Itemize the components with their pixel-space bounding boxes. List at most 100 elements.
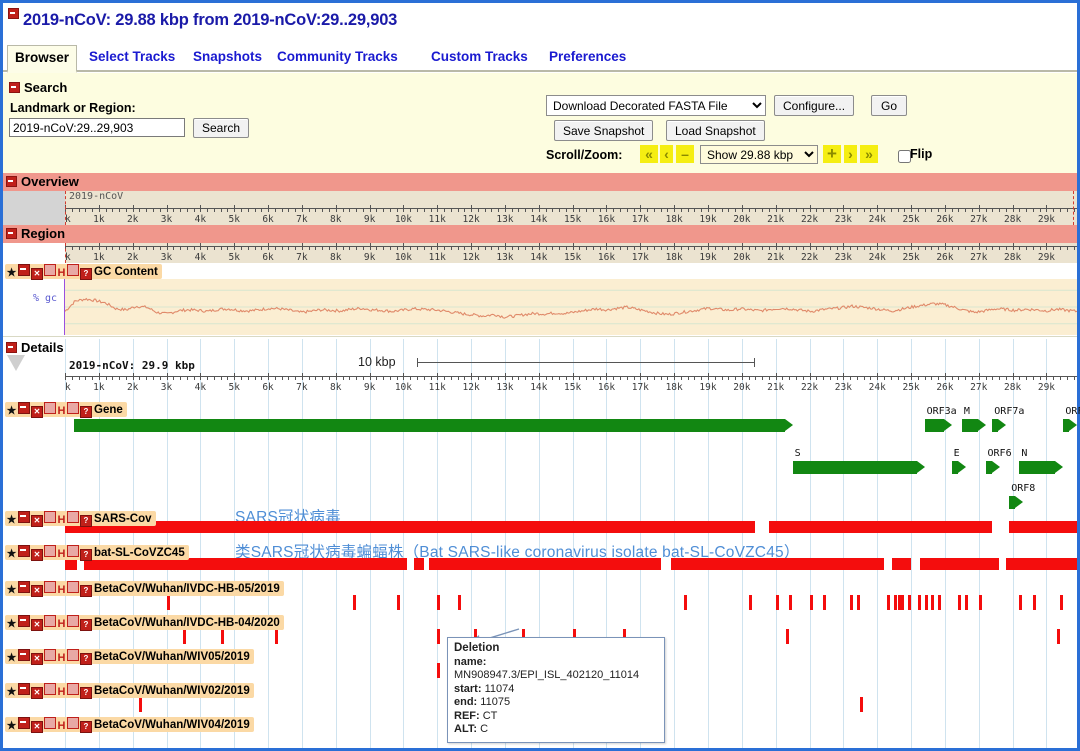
pencil-icon[interactable] xyxy=(67,402,79,414)
close-icon[interactable]: ✕ xyxy=(31,585,43,597)
help-icon[interactable]: ? xyxy=(80,721,92,733)
gene-feature[interactable] xyxy=(1009,496,1015,509)
zoom-level-select[interactable]: Show 29.88 kbp xyxy=(700,145,818,164)
variant-mark[interactable] xyxy=(167,595,170,610)
overview-header[interactable]: Overview xyxy=(3,174,79,192)
favorite-star-icon[interactable]: ★ xyxy=(6,585,17,595)
favorite-star-icon[interactable]: ★ xyxy=(6,268,17,278)
tab-community-tracks[interactable]: Community Tracks xyxy=(271,45,404,70)
variant-mark[interactable] xyxy=(275,629,278,644)
bat-sl-covzc45-segments[interactable] xyxy=(65,558,1077,572)
region-ruler[interactable]: 0k1k2k3k4k5k6k7k8k9k10k11k12k13k14k15k16… xyxy=(65,243,1077,263)
variant-mark[interactable] xyxy=(850,595,853,610)
variant-mark[interactable] xyxy=(925,595,928,610)
pencil-icon[interactable] xyxy=(67,615,79,627)
variant-mark[interactable] xyxy=(353,595,356,610)
help-icon[interactable]: ? xyxy=(80,406,92,418)
minus-icon[interactable] xyxy=(18,545,30,557)
close-icon[interactable]: ✕ xyxy=(31,406,43,418)
close-icon[interactable]: ✕ xyxy=(31,268,43,280)
gene-feature[interactable] xyxy=(992,419,998,432)
track-title-gc-content[interactable]: ★✕H?GC Content xyxy=(5,264,162,279)
pin-icon[interactable]: H xyxy=(57,515,66,525)
scroll-left-button[interactable]: ‹ xyxy=(660,145,673,163)
details-ruler[interactable]: 0k1k2k3k4k5k6k7k8k9k10k11k12k13k14k15k16… xyxy=(65,373,1077,393)
tab-custom-tracks[interactable]: Custom Tracks xyxy=(425,45,534,70)
alignment-segment[interactable] xyxy=(920,558,1000,570)
variant-layer-ivdc-hb-05[interactable] xyxy=(65,595,1077,611)
config-icon[interactable] xyxy=(44,615,56,627)
help-icon[interactable]: ? xyxy=(80,585,92,597)
landmark-input[interactable] xyxy=(9,118,185,137)
alignment-segment[interactable] xyxy=(769,521,992,533)
variant-mark[interactable] xyxy=(1060,595,1063,610)
help-icon[interactable]: ? xyxy=(80,619,92,631)
variant-mark[interactable] xyxy=(979,595,982,610)
config-icon[interactable] xyxy=(44,545,56,557)
go-button[interactable]: Go xyxy=(871,95,907,116)
tab-snapshots[interactable]: Snapshots xyxy=(187,45,268,70)
close-icon[interactable]: ✕ xyxy=(31,515,43,527)
variant-mark[interactable] xyxy=(776,595,779,610)
variant-mark[interactable] xyxy=(458,595,461,610)
favorite-star-icon[interactable]: ★ xyxy=(6,515,17,525)
variant-mark[interactable] xyxy=(857,595,860,610)
overview-ruler[interactable]: 0k1k2k3k4k5k6k7k8k9k10k11k12k13k14k15k16… xyxy=(65,205,1077,225)
help-icon[interactable]: ? xyxy=(80,268,92,280)
minus-icon[interactable] xyxy=(18,264,30,276)
track-title-betacov-wiv02[interactable]: ★✕H?BetaCoV/Wuhan/WIV02/2019 xyxy=(5,683,254,698)
variant-mark[interactable] xyxy=(918,595,921,610)
close-icon[interactable]: ✕ xyxy=(31,549,43,561)
configure-button[interactable]: Configure... xyxy=(774,95,854,116)
variant-mark[interactable] xyxy=(931,595,934,610)
download-format-select[interactable]: Download Decorated FASTA File xyxy=(546,95,766,116)
track-title-bat-sl-covzc45[interactable]: ★✕H?bat-SL-CoVZC45 xyxy=(5,545,189,560)
pencil-icon[interactable] xyxy=(67,545,79,557)
tab-browser[interactable]: Browser xyxy=(7,45,77,73)
close-icon[interactable]: ✕ xyxy=(31,721,43,733)
minus-icon[interactable] xyxy=(18,511,30,523)
favorite-star-icon[interactable]: ★ xyxy=(6,549,17,559)
variant-mark[interactable] xyxy=(437,629,440,644)
pencil-icon[interactable] xyxy=(67,683,79,695)
variant-mark[interactable] xyxy=(965,595,968,610)
gene-feature[interactable] xyxy=(962,419,978,432)
minus-icon[interactable] xyxy=(18,717,30,729)
variant-mark[interactable] xyxy=(958,595,961,610)
pin-icon[interactable]: H xyxy=(57,721,66,731)
minus-icon[interactable] xyxy=(18,581,30,593)
details-header[interactable]: Details xyxy=(3,340,64,358)
config-icon[interactable] xyxy=(44,402,56,414)
track-title-sars-cov[interactable]: ★✕H?SARS-Cov xyxy=(5,511,156,526)
variant-mark[interactable] xyxy=(887,595,890,610)
pin-icon[interactable]: H xyxy=(57,619,66,629)
pin-icon[interactable]: H xyxy=(57,268,66,278)
help-icon[interactable]: ? xyxy=(80,653,92,665)
save-snapshot-button[interactable]: Save Snapshot xyxy=(554,120,653,141)
collapse-icon[interactable] xyxy=(6,176,17,187)
sars-cov-segments[interactable] xyxy=(65,521,1077,535)
alignment-segment[interactable] xyxy=(892,558,911,570)
config-icon[interactable] xyxy=(44,264,56,276)
config-icon[interactable] xyxy=(44,581,56,593)
variant-mark[interactable] xyxy=(786,629,789,644)
variant-mark[interactable] xyxy=(789,595,792,610)
favorite-star-icon[interactable]: ★ xyxy=(6,721,17,731)
variant-mark[interactable] xyxy=(823,595,826,610)
close-icon[interactable]: ✕ xyxy=(31,653,43,665)
gene-feature[interactable] xyxy=(986,461,992,474)
track-title-betacov-ivdc-hb-05[interactable]: ★✕H?BetaCoV/Wuhan/IVDC-HB-05/2019 xyxy=(5,581,284,596)
gene-feature[interactable] xyxy=(1019,461,1055,474)
variant-mark[interactable] xyxy=(901,595,904,610)
config-icon[interactable] xyxy=(44,649,56,661)
variant-mark[interactable] xyxy=(684,595,687,610)
variant-mark[interactable] xyxy=(860,697,863,712)
collapse-icon[interactable] xyxy=(9,82,20,93)
pencil-icon[interactable] xyxy=(67,581,79,593)
alignment-segment[interactable] xyxy=(429,558,661,570)
pencil-icon[interactable] xyxy=(67,717,79,729)
minus-icon[interactable] xyxy=(18,683,30,695)
variant-mark[interactable] xyxy=(810,595,813,610)
region-header[interactable]: Region xyxy=(3,226,65,244)
alignment-segment[interactable] xyxy=(1006,558,1077,570)
